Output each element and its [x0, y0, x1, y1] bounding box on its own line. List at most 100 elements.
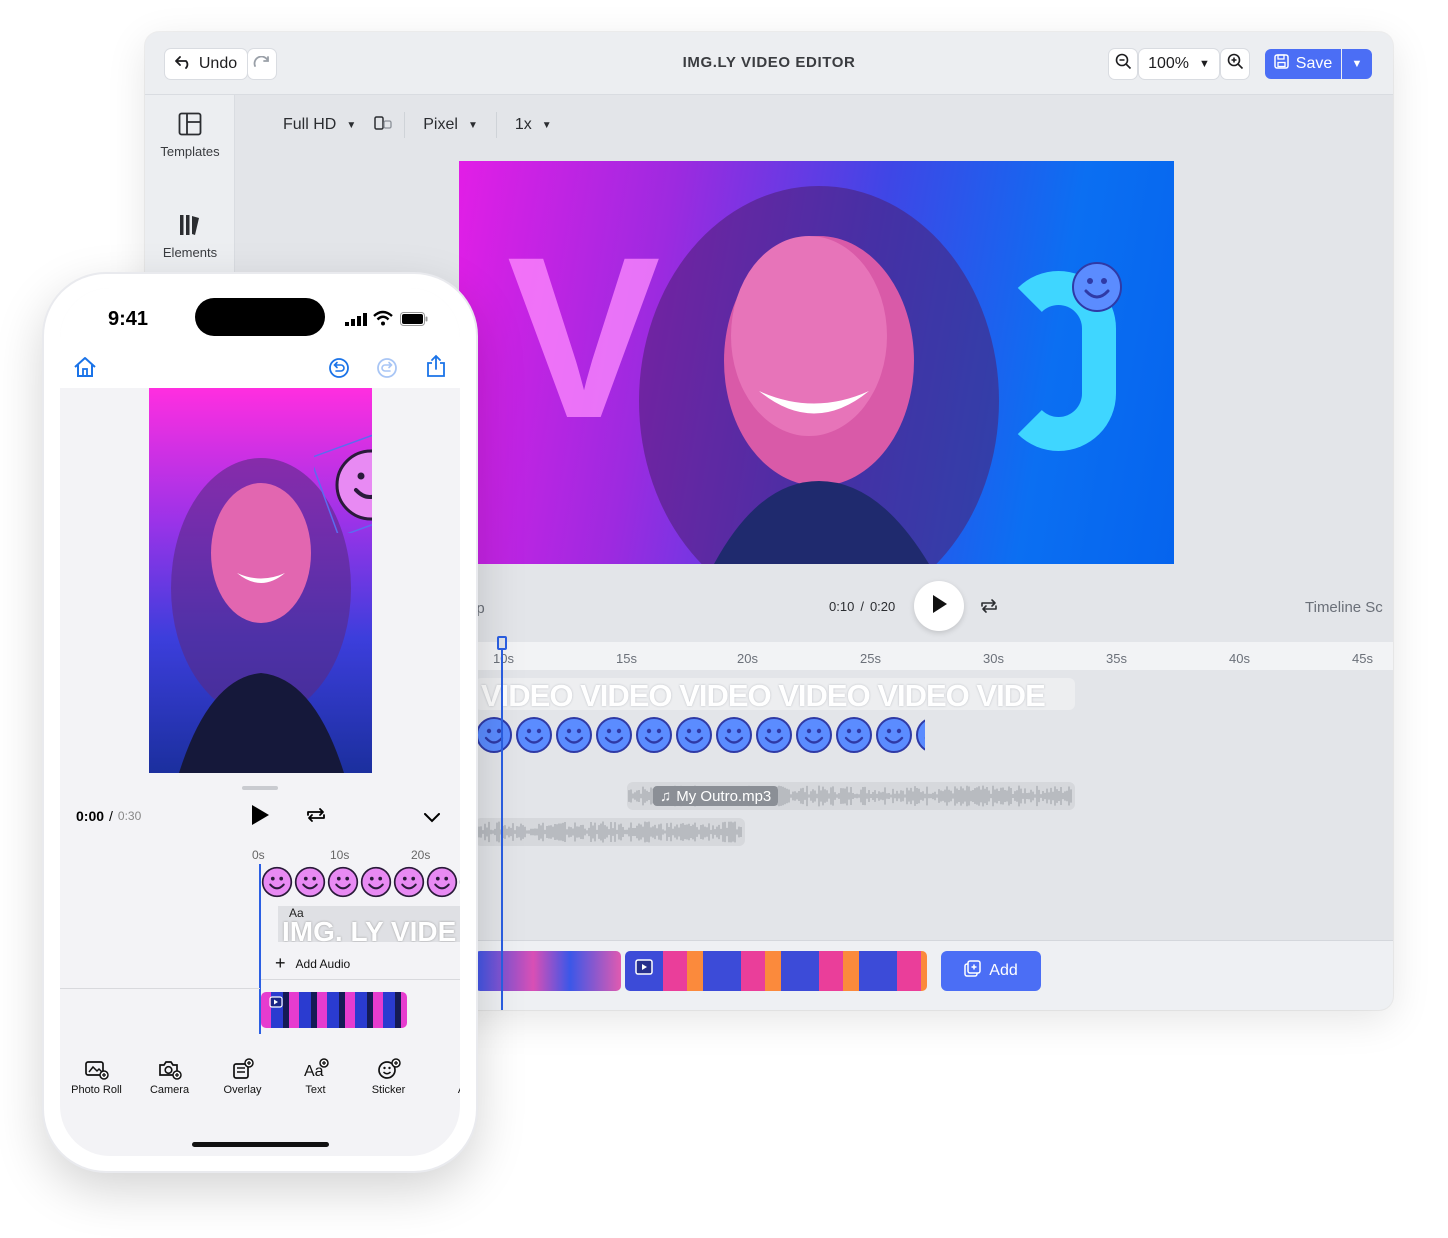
battery-icon — [400, 312, 428, 331]
player-controls: ip 0:10 / 0:20 Timeline Sc — [459, 577, 1393, 635]
current-time: 0:00 — [76, 808, 105, 824]
sticker-thumbnail — [755, 716, 793, 754]
loop-icon[interactable] — [305, 807, 327, 828]
sticker-selection[interactable] — [314, 433, 372, 533]
home-indicator — [192, 1142, 329, 1147]
tool-text[interactable]: Aa Text — [279, 1058, 352, 1118]
audio-track[interactable] — [475, 818, 745, 846]
zoom-out-icon — [1115, 53, 1132, 75]
wifi-icon — [373, 310, 393, 331]
audio-track-label: My Outro.mp3 — [676, 787, 772, 805]
smiley-sticker[interactable] — [1071, 261, 1123, 313]
text-icon: Aa — [279, 1058, 352, 1080]
time-separator: / — [860, 599, 864, 614]
canvas-toolbar: Full HD ▼ Pixel ▼ 1x ▼ — [235, 95, 1393, 155]
save-button[interactable]: Save — [1265, 49, 1341, 79]
dynamic-island — [195, 298, 325, 336]
text-track-label: IMG. LY VIDE — [282, 916, 457, 942]
phone-frame: 9:41 0:00 / 0:30 0s 10s 20s Aa IMG. LY V… — [44, 274, 476, 1171]
add-clip-button[interactable]: Add — [941, 951, 1041, 991]
chevron-down-icon[interactable] — [424, 810, 440, 828]
playhead[interactable] — [501, 638, 503, 1010]
ruler-tick: 25s — [860, 651, 881, 666]
audio-track-label-chip: ♫ My Outro.mp3 — [653, 786, 779, 806]
sticker-thumbnail — [915, 716, 925, 754]
camera-icon — [133, 1058, 206, 1080]
sticker-track[interactable] — [475, 716, 925, 756]
ruler-tick: 10s — [330, 848, 350, 862]
phone-sticker-track[interactable] — [261, 866, 460, 902]
timeline-ruler[interactable]: 10s 15s 20s 25s 30s 35s 40s 45s — [475, 642, 1393, 670]
tool-label: Camera — [149, 1084, 190, 1096]
zoom-out-button[interactable] — [1109, 49, 1137, 79]
video-clip[interactable] — [475, 951, 621, 991]
more-tool-icon — [425, 1058, 460, 1080]
tool-camera[interactable]: Camera — [133, 1058, 206, 1118]
timeline-scale-label[interactable]: Timeline Sc — [1305, 599, 1383, 616]
share-icon[interactable] — [426, 354, 446, 383]
redo-icon[interactable] — [376, 357, 398, 384]
add-audio-button[interactable]: + Add Audio — [261, 948, 460, 980]
orientation-toggle[interactable] — [374, 115, 404, 135]
zoom-in-button[interactable] — [1221, 49, 1249, 79]
phone-time-readout: 0:00 / 0:30 — [76, 808, 141, 824]
undo-icon[interactable] — [328, 357, 350, 384]
phone-screen: 9:41 0:00 / 0:30 0s 10s 20s Aa IMG. LY V… — [60, 288, 460, 1156]
current-time: 0:10 — [829, 599, 855, 614]
caret-down-icon: ▼ — [541, 119, 552, 131]
text-track[interactable]: VIDEO VIDEO VIDEO VIDEO VIDEO VIDE — [475, 678, 1075, 710]
play-icon[interactable] — [250, 804, 270, 831]
tool-overlay[interactable]: Overlay — [206, 1058, 279, 1118]
scale-select[interactable]: 1x ▼ — [497, 116, 570, 134]
audio-track[interactable]: ♫ My Outro.mp3 — [627, 782, 1075, 810]
tool-a[interactable]: A — [425, 1058, 460, 1118]
save-menu-button[interactable]: ▼ — [1342, 49, 1372, 79]
home-icon[interactable] — [73, 356, 97, 383]
scale-label: 1x — [514, 116, 532, 133]
unit-label: Pixel — [423, 116, 458, 133]
ruler-tick: 15s — [616, 651, 637, 666]
sidebar-item-templates[interactable]: Templates — [145, 112, 235, 159]
phone-player-controls: 0:00 / 0:30 — [60, 788, 460, 846]
divider — [60, 988, 260, 989]
video-canvas[interactable]: V — [459, 161, 1174, 564]
zoom-value: 100% — [1148, 55, 1190, 72]
time-readout: 0:10 / 0:20 — [829, 599, 895, 614]
orientation-icon — [374, 115, 392, 135]
loop-icon — [979, 599, 999, 618]
sticker-thumbnail — [675, 716, 713, 754]
loop-button[interactable] — [979, 598, 999, 619]
time-separator: / — [109, 808, 113, 824]
sticker-thumbnail — [426, 866, 458, 902]
save-label: Save — [1295, 55, 1333, 72]
sidebar-item-elements[interactable]: Elements — [145, 213, 235, 260]
sticker-thumbnail — [475, 716, 513, 754]
signal-icon — [345, 313, 367, 331]
video-clip-icon — [635, 959, 653, 980]
video-clips-row: Add — [475, 940, 1393, 1010]
tool-sticker[interactable]: Sticker — [352, 1058, 425, 1118]
photo-roll-icon — [60, 1058, 133, 1080]
sticker-thumbnail — [261, 866, 293, 902]
sticker-thumbnail — [393, 866, 425, 902]
playhead-handle[interactable] — [497, 636, 507, 650]
sticker-thumbnail — [515, 716, 553, 754]
total-duration: 0:30 — [117, 809, 142, 823]
sticker-thumbnail — [459, 866, 460, 902]
sticker-thumbnail — [555, 716, 593, 754]
phone-video-clip[interactable] — [261, 992, 407, 1028]
ruler-tick: 40s — [1229, 651, 1250, 666]
add-icon — [964, 960, 982, 982]
zoom-select[interactable]: 100% ▼ — [1139, 49, 1219, 79]
phone-timeline[interactable]: 0s 10s 20s Aa IMG. LY VIDE + Add Audio — [60, 848, 460, 1048]
resolution-select[interactable]: Full HD ▼ — [265, 116, 374, 134]
tool-photo-roll[interactable]: Photo Roll — [60, 1058, 133, 1118]
phone-text-track[interactable]: Aa IMG. LY VIDE — [278, 906, 460, 942]
sticker-thumbnail — [360, 866, 392, 902]
play-button[interactable] — [914, 581, 964, 631]
unit-select[interactable]: Pixel ▼ — [405, 116, 496, 134]
sticker-thumbnail — [595, 716, 633, 754]
zoom-in-icon — [1227, 53, 1244, 75]
phone-video-preview[interactable] — [149, 388, 372, 773]
video-clip[interactable] — [625, 951, 927, 991]
